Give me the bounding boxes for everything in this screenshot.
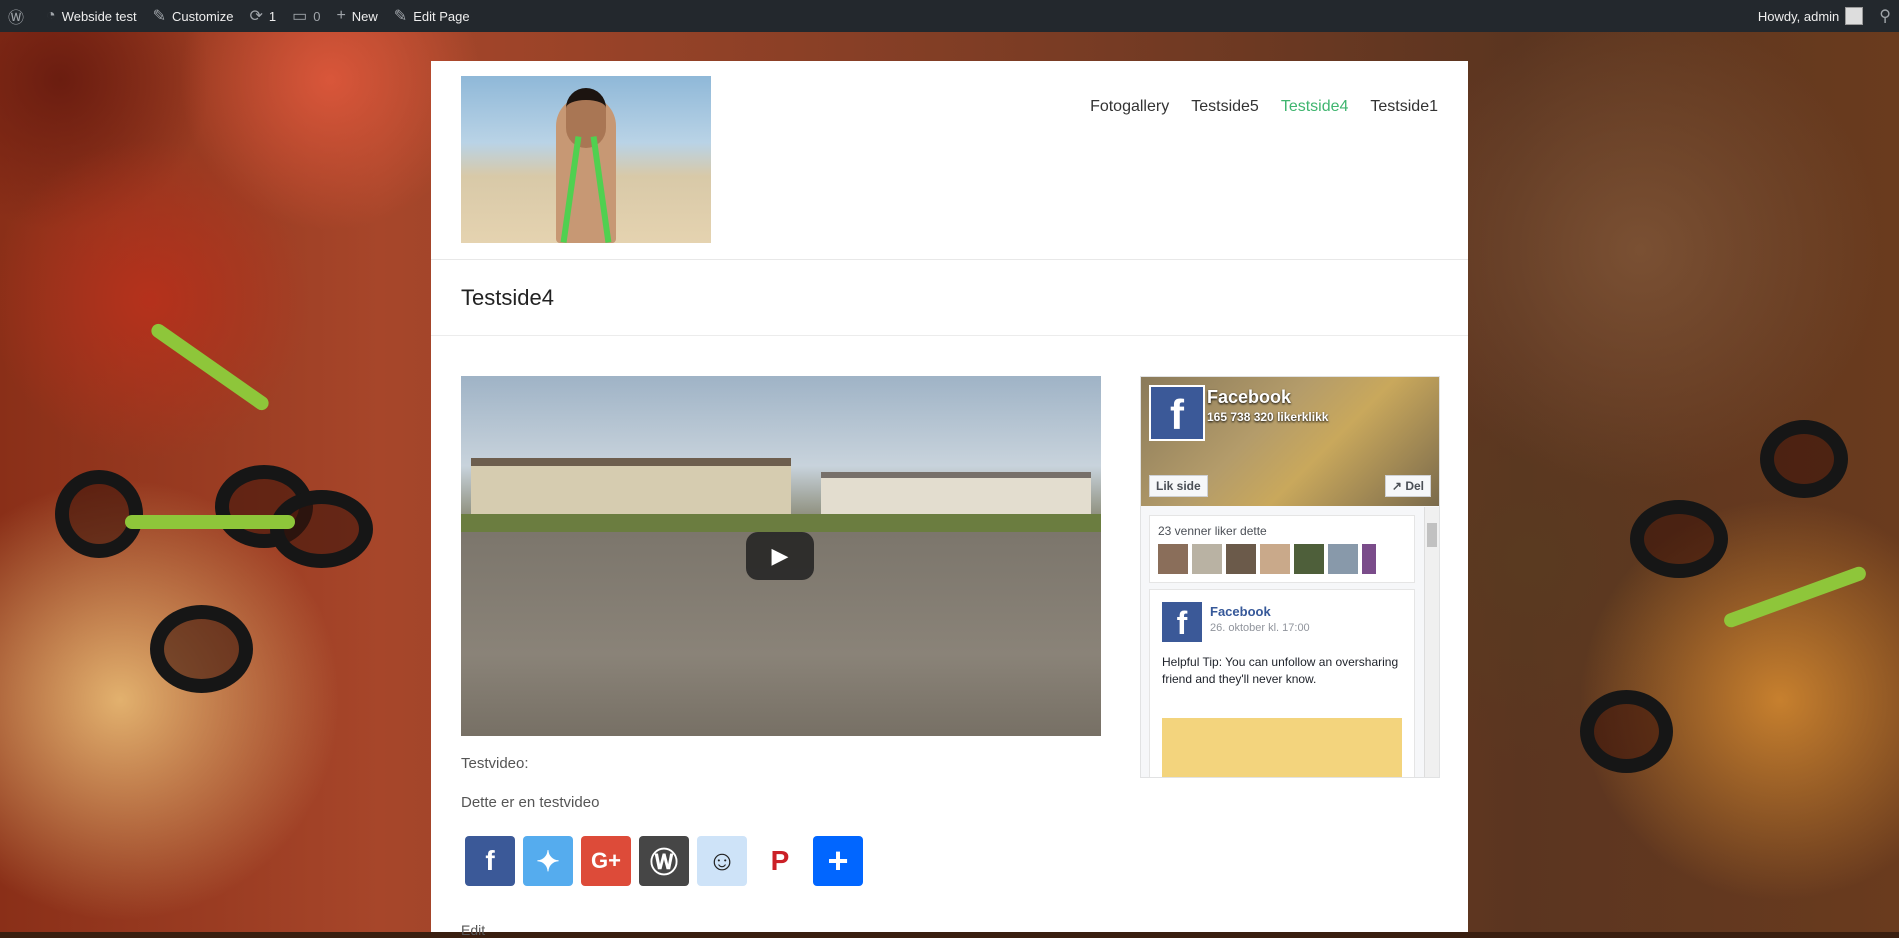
account-menu[interactable]: Howdy, admin — [1750, 0, 1871, 32]
facebook-share-button[interactable]: ↗ Del — [1384, 475, 1431, 497]
video-scene-grass — [461, 514, 1101, 532]
facebook-logo-icon[interactable]: f — [1149, 385, 1205, 441]
friend-avatar[interactable] — [1192, 544, 1222, 574]
comments-count: 0 — [313, 8, 321, 24]
facebook-share-label: Del — [1405, 479, 1424, 493]
page-content: ▶ Testvideo: Dette er en testvideo f ✦ G… — [431, 61, 1468, 938]
pepper-decoration — [1722, 564, 1868, 630]
dashboard-icon: ◔ — [46, 7, 56, 24]
facebook-like-button[interactable]: Lik side — [1149, 475, 1208, 497]
search-button[interactable]: ⚲ — [1871, 0, 1899, 32]
avatar — [1845, 7, 1864, 25]
search-icon: ⚲ — [1879, 8, 1891, 25]
edit-page-link[interactable]: ✎ Edit Page — [386, 0, 478, 32]
customize-label: Customize — [172, 8, 234, 24]
howdy-label: Howdy, admin — [1757, 8, 1840, 24]
olive-decoration — [150, 605, 253, 693]
facebook-post: f Facebook 26. oktober kl. 17:00 Helpful… — [1149, 589, 1415, 777]
updates-count: 1 — [268, 8, 277, 24]
facebook-post-text: Helpful Tip: You can unfollow an oversha… — [1162, 655, 1399, 686]
friend-avatar[interactable] — [1362, 544, 1376, 574]
olive-decoration — [270, 490, 373, 568]
pinterest-share-button[interactable]: P — [755, 836, 805, 886]
pepper-decoration — [148, 321, 272, 413]
friend-avatar[interactable] — [1294, 544, 1324, 574]
updates-link[interactable]: ⟳ 1 — [241, 0, 284, 32]
pinterest-icon: P — [770, 845, 790, 876]
reddit-icon: ☺ — [707, 845, 737, 876]
facebook-icon: f — [485, 845, 495, 876]
twitter-share-button[interactable]: ✦ — [523, 836, 573, 886]
friends-faces — [1158, 544, 1414, 574]
friends-like-text: 23 venner liker dette — [1158, 524, 1267, 538]
pencil-icon: ✎ — [393, 8, 408, 25]
customize-link[interactable]: ✎ Customize — [145, 0, 242, 32]
facebook-page-name[interactable]: Facebook — [1207, 387, 1291, 408]
site-name-link[interactable]: ◔ Webside test — [38, 0, 145, 32]
facebook-friends-box: 23 venner liker dette — [1149, 515, 1415, 583]
facebook-post-video-thumbnail[interactable] — [1162, 718, 1402, 777]
more-share-button[interactable]: + — [813, 836, 863, 886]
facebook-likes-count: 165 738 320 likerklikk — [1207, 410, 1329, 424]
admin-bar: Ⓦ ◔ Webside test ✎ Customize ⟳ 1 ▭ 0 + New ✎ E… — [0, 0, 1899, 32]
new-label: New — [351, 8, 378, 24]
scrollbar-thumb[interactable] — [1427, 523, 1437, 547]
olive-decoration — [55, 470, 143, 558]
facebook-cover[interactable]: f Facebook 165 738 320 likerklikk Lik si… — [1141, 377, 1439, 506]
reddit-share-button[interactable]: ☺ — [697, 836, 747, 886]
facebook-scrollbar[interactable] — [1424, 507, 1439, 777]
wordpress-icon: Ⓦ — [649, 847, 678, 878]
friend-avatar[interactable] — [1260, 544, 1290, 574]
comment-icon: ▭ — [292, 8, 308, 25]
share-arrow-icon: ↗ — [1391, 479, 1406, 493]
wordpress-logo-icon: Ⓦ — [8, 10, 25, 27]
video-caption: Testvideo: — [461, 755, 529, 772]
olive-decoration — [1580, 690, 1673, 773]
facebook-post-name[interactable]: Facebook — [1210, 604, 1271, 619]
pepper-decoration — [125, 515, 295, 529]
play-button[interactable]: ▶ — [746, 532, 814, 580]
brush-icon: ✎ — [152, 8, 167, 25]
video-description: Dette er en testvideo — [461, 794, 600, 811]
friend-avatar[interactable] — [1226, 544, 1256, 574]
new-content-link[interactable]: + New — [328, 0, 385, 32]
edit-link[interactable]: Edit — [461, 922, 485, 938]
facebook-post-date[interactable]: 26. oktober kl. 17:00 — [1210, 622, 1310, 634]
play-icon: ▶ — [771, 543, 789, 568]
wordpress-menu[interactable]: Ⓦ — [0, 0, 38, 32]
video-player[interactable]: ▶ — [461, 376, 1101, 736]
wordpress-share-button[interactable]: Ⓦ — [639, 836, 689, 886]
facebook-page-widget: f Facebook 165 738 320 likerklikk Lik si… — [1140, 376, 1440, 778]
friend-avatar[interactable] — [1328, 544, 1358, 574]
facebook-share-button[interactable]: f — [465, 836, 515, 886]
plus-icon: + — [827, 840, 849, 881]
comments-link[interactable]: ▭ 0 — [284, 0, 328, 32]
twitter-icon: ✦ — [536, 845, 560, 877]
edit-page-label: Edit Page — [413, 8, 470, 24]
updates-icon: ⟳ — [249, 8, 263, 25]
facebook-post-logo-icon[interactable]: f — [1162, 602, 1202, 642]
google-plus-icon: G+ — [591, 848, 621, 873]
olive-decoration — [1760, 420, 1848, 498]
site-name-label: Webside test — [61, 8, 137, 24]
facebook-like-label: Lik side — [1156, 479, 1201, 493]
share-buttons: f ✦ G+ Ⓦ ☺ P + — [465, 836, 863, 886]
plus-icon: + — [336, 7, 346, 24]
google-plus-share-button[interactable]: G+ — [581, 836, 631, 886]
olive-decoration — [1630, 500, 1728, 578]
friend-avatar[interactable] — [1158, 544, 1188, 574]
